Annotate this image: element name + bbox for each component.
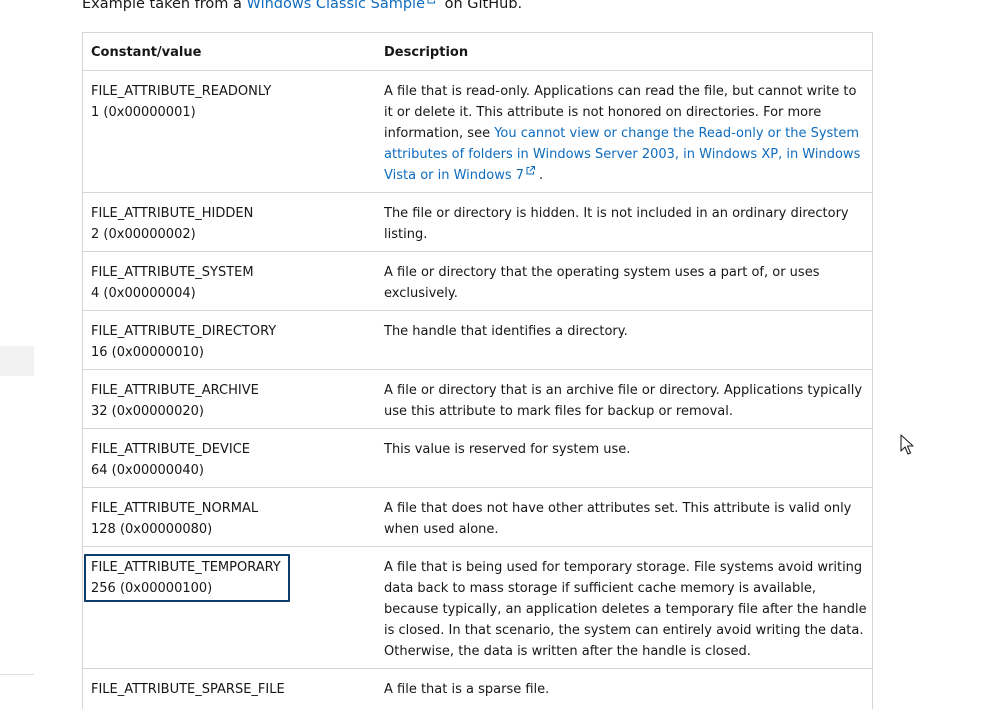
constant-cell: FILE_ATTRIBUTE_NORMAL 128 (0x00000080)	[83, 488, 376, 546]
intro-text: Example taken from a Windows Classic Sam…	[82, 0, 522, 12]
constant-value: 2 (0x00000002)	[91, 227, 196, 242]
external-link-icon	[427, 0, 436, 4]
description-cell: The file or directory is hidden. It is n…	[384, 206, 849, 242]
constant-name: FILE_ATTRIBUTE_SPARSE_FILE	[91, 682, 285, 697]
mouse-pointer-icon	[900, 434, 916, 456]
constant-cell: FILE_ATTRIBUTE_SPARSE_FILE	[83, 669, 376, 709]
table-row: FILE_ATTRIBUTE_READONLY 1 (0x00000001) A…	[83, 71, 872, 193]
constant-cell: FILE_ATTRIBUTE_DIRECTORY 16 (0x00000010)	[83, 311, 376, 369]
table-row: FILE_ATTRIBUTE_SYSTEM 4 (0x00000004) A f…	[83, 252, 872, 311]
description-cell: This value is reserved for system use.	[384, 442, 631, 457]
constant-name: FILE_ATTRIBUTE_READONLY	[91, 84, 272, 99]
constant-cell: FILE_ATTRIBUTE_READONLY 1 (0x00000001)	[83, 71, 376, 192]
constant-cell: FILE_ATTRIBUTE_HIDDEN 2 (0x00000002)	[83, 193, 376, 251]
table-row: FILE_ATTRIBUTE_NORMAL 128 (0x00000080) A…	[83, 488, 872, 547]
table-header-row: Constant/value Description	[83, 33, 872, 71]
description-cell: A file that is read-only. Applications c…	[376, 71, 872, 192]
header-constant-value: Constant/value	[91, 45, 202, 60]
constant-cell: FILE_ATTRIBUTE_SYSTEM 4 (0x00000004)	[83, 252, 376, 310]
header-description: Description	[384, 45, 469, 60]
file-attribute-table: Constant/value Description FILE_ATTRIBUT…	[82, 32, 873, 709]
constant-name: FILE_ATTRIBUTE_HIDDEN	[91, 206, 254, 221]
description-cell: A file or directory that the operating s…	[384, 265, 820, 301]
external-link-icon	[526, 166, 536, 175]
table-row: FILE_ATTRIBUTE_SPARSE_FILE A file that i…	[83, 669, 872, 709]
constant-name: FILE_ATTRIBUTE_DEVICE	[91, 442, 251, 457]
constant-name: FILE_ATTRIBUTE_SYSTEM	[91, 265, 254, 280]
constant-name: FILE_ATTRIBUTE_NORMAL	[91, 501, 259, 516]
description-cell: The handle that identifies a directory.	[384, 324, 628, 339]
description-cell: A file that is a sparse file.	[384, 682, 550, 697]
constant-value: 64 (0x00000040)	[91, 463, 204, 478]
constant-value: 128 (0x00000080)	[91, 522, 213, 537]
constant-value: 256 (0x00000100)	[91, 581, 213, 596]
constant-value: 16 (0x00000010)	[91, 345, 204, 360]
constant-name: FILE_ATTRIBUTE_ARCHIVE	[91, 383, 259, 398]
side-nav-highlight	[0, 346, 34, 376]
description-cell: A file that is being used for temporary …	[384, 560, 867, 659]
table-row: FILE_ATTRIBUTE_DIRECTORY 16 (0x00000010)…	[83, 311, 872, 370]
description-cell: A file or directory that is an archive f…	[384, 383, 863, 419]
constant-name: FILE_ATTRIBUTE_DIRECTORY	[91, 324, 277, 339]
intro-suffix: on GitHub.	[440, 0, 523, 12]
description-cell: A file that does not have other attribut…	[384, 501, 852, 537]
constant-cell: FILE_ATTRIBUTE_DEVICE 64 (0x00000040)	[83, 429, 376, 487]
table-row: FILE_ATTRIBUTE_DEVICE 64 (0x00000040) Th…	[83, 429, 872, 488]
constant-cell-focused[interactable]: FILE_ATTRIBUTE_TEMPORARY 256 (0x00000100…	[83, 547, 376, 668]
intro-prefix: Example taken from a	[82, 0, 247, 12]
constant-value: 4 (0x00000004)	[91, 286, 196, 301]
constant-cell: FILE_ATTRIBUTE_ARCHIVE 32 (0x00000020)	[83, 370, 376, 428]
constant-name: FILE_ATTRIBUTE_TEMPORARY	[91, 560, 281, 575]
table-row: FILE_ATTRIBUTE_ARCHIVE 32 (0x00000020) A…	[83, 370, 872, 429]
description-period: .	[539, 168, 544, 183]
constant-value: 1 (0x00000001)	[91, 105, 196, 120]
side-nav-divider	[0, 674, 34, 675]
table-row: FILE_ATTRIBUTE_HIDDEN 2 (0x00000002) The…	[83, 193, 872, 252]
table-row: FILE_ATTRIBUTE_TEMPORARY 256 (0x00000100…	[83, 547, 872, 669]
windows-classic-sample-link[interactable]: Windows Classic Sample	[247, 0, 425, 12]
constant-value: 32 (0x00000020)	[91, 404, 204, 419]
